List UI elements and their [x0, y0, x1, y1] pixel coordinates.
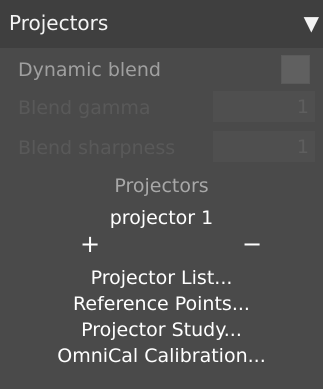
blend-gamma-row: Blend gamma 1: [8, 90, 315, 124]
dynamic-blend-row[interactable]: Dynamic blend: [8, 52, 315, 86]
panel-header[interactable]: Projectors ▼: [0, 0, 323, 48]
projector-list-button[interactable]: Projector List...: [0, 266, 323, 290]
projectors-section-label: Projectors: [114, 175, 209, 197]
blend-sharpness-field: 1: [213, 131, 315, 162]
omnical-calibration-button[interactable]: OmniCal Calibration...: [0, 344, 323, 368]
blend-gamma-field: 1: [213, 91, 315, 122]
blend-sharpness-label: Blend sharpness: [18, 137, 176, 159]
dynamic-blend-checkbox[interactable]: [281, 55, 310, 84]
blend-gamma-value: 1: [296, 96, 309, 118]
plus-icon[interactable]: +: [80, 232, 100, 256]
triangle-down-icon[interactable]: ▼: [304, 11, 319, 35]
projector-selector[interactable]: projector 1: [0, 206, 323, 230]
blend-gamma-label: Blend gamma: [18, 97, 151, 119]
reference-points-button[interactable]: Reference Points...: [0, 292, 323, 316]
projectors-panel: Projectors ▼ Dynamic blend Blend gamma 1…: [0, 0, 323, 389]
blend-sharpness-value: 1: [296, 136, 309, 158]
dynamic-blend-label: Dynamic blend: [18, 59, 161, 81]
minus-icon[interactable]: −: [242, 232, 262, 256]
panel-title: Projectors: [9, 11, 109, 35]
blend-sharpness-row: Blend sharpness 1: [8, 130, 315, 164]
projector-study-button[interactable]: Projector Study...: [0, 318, 323, 342]
